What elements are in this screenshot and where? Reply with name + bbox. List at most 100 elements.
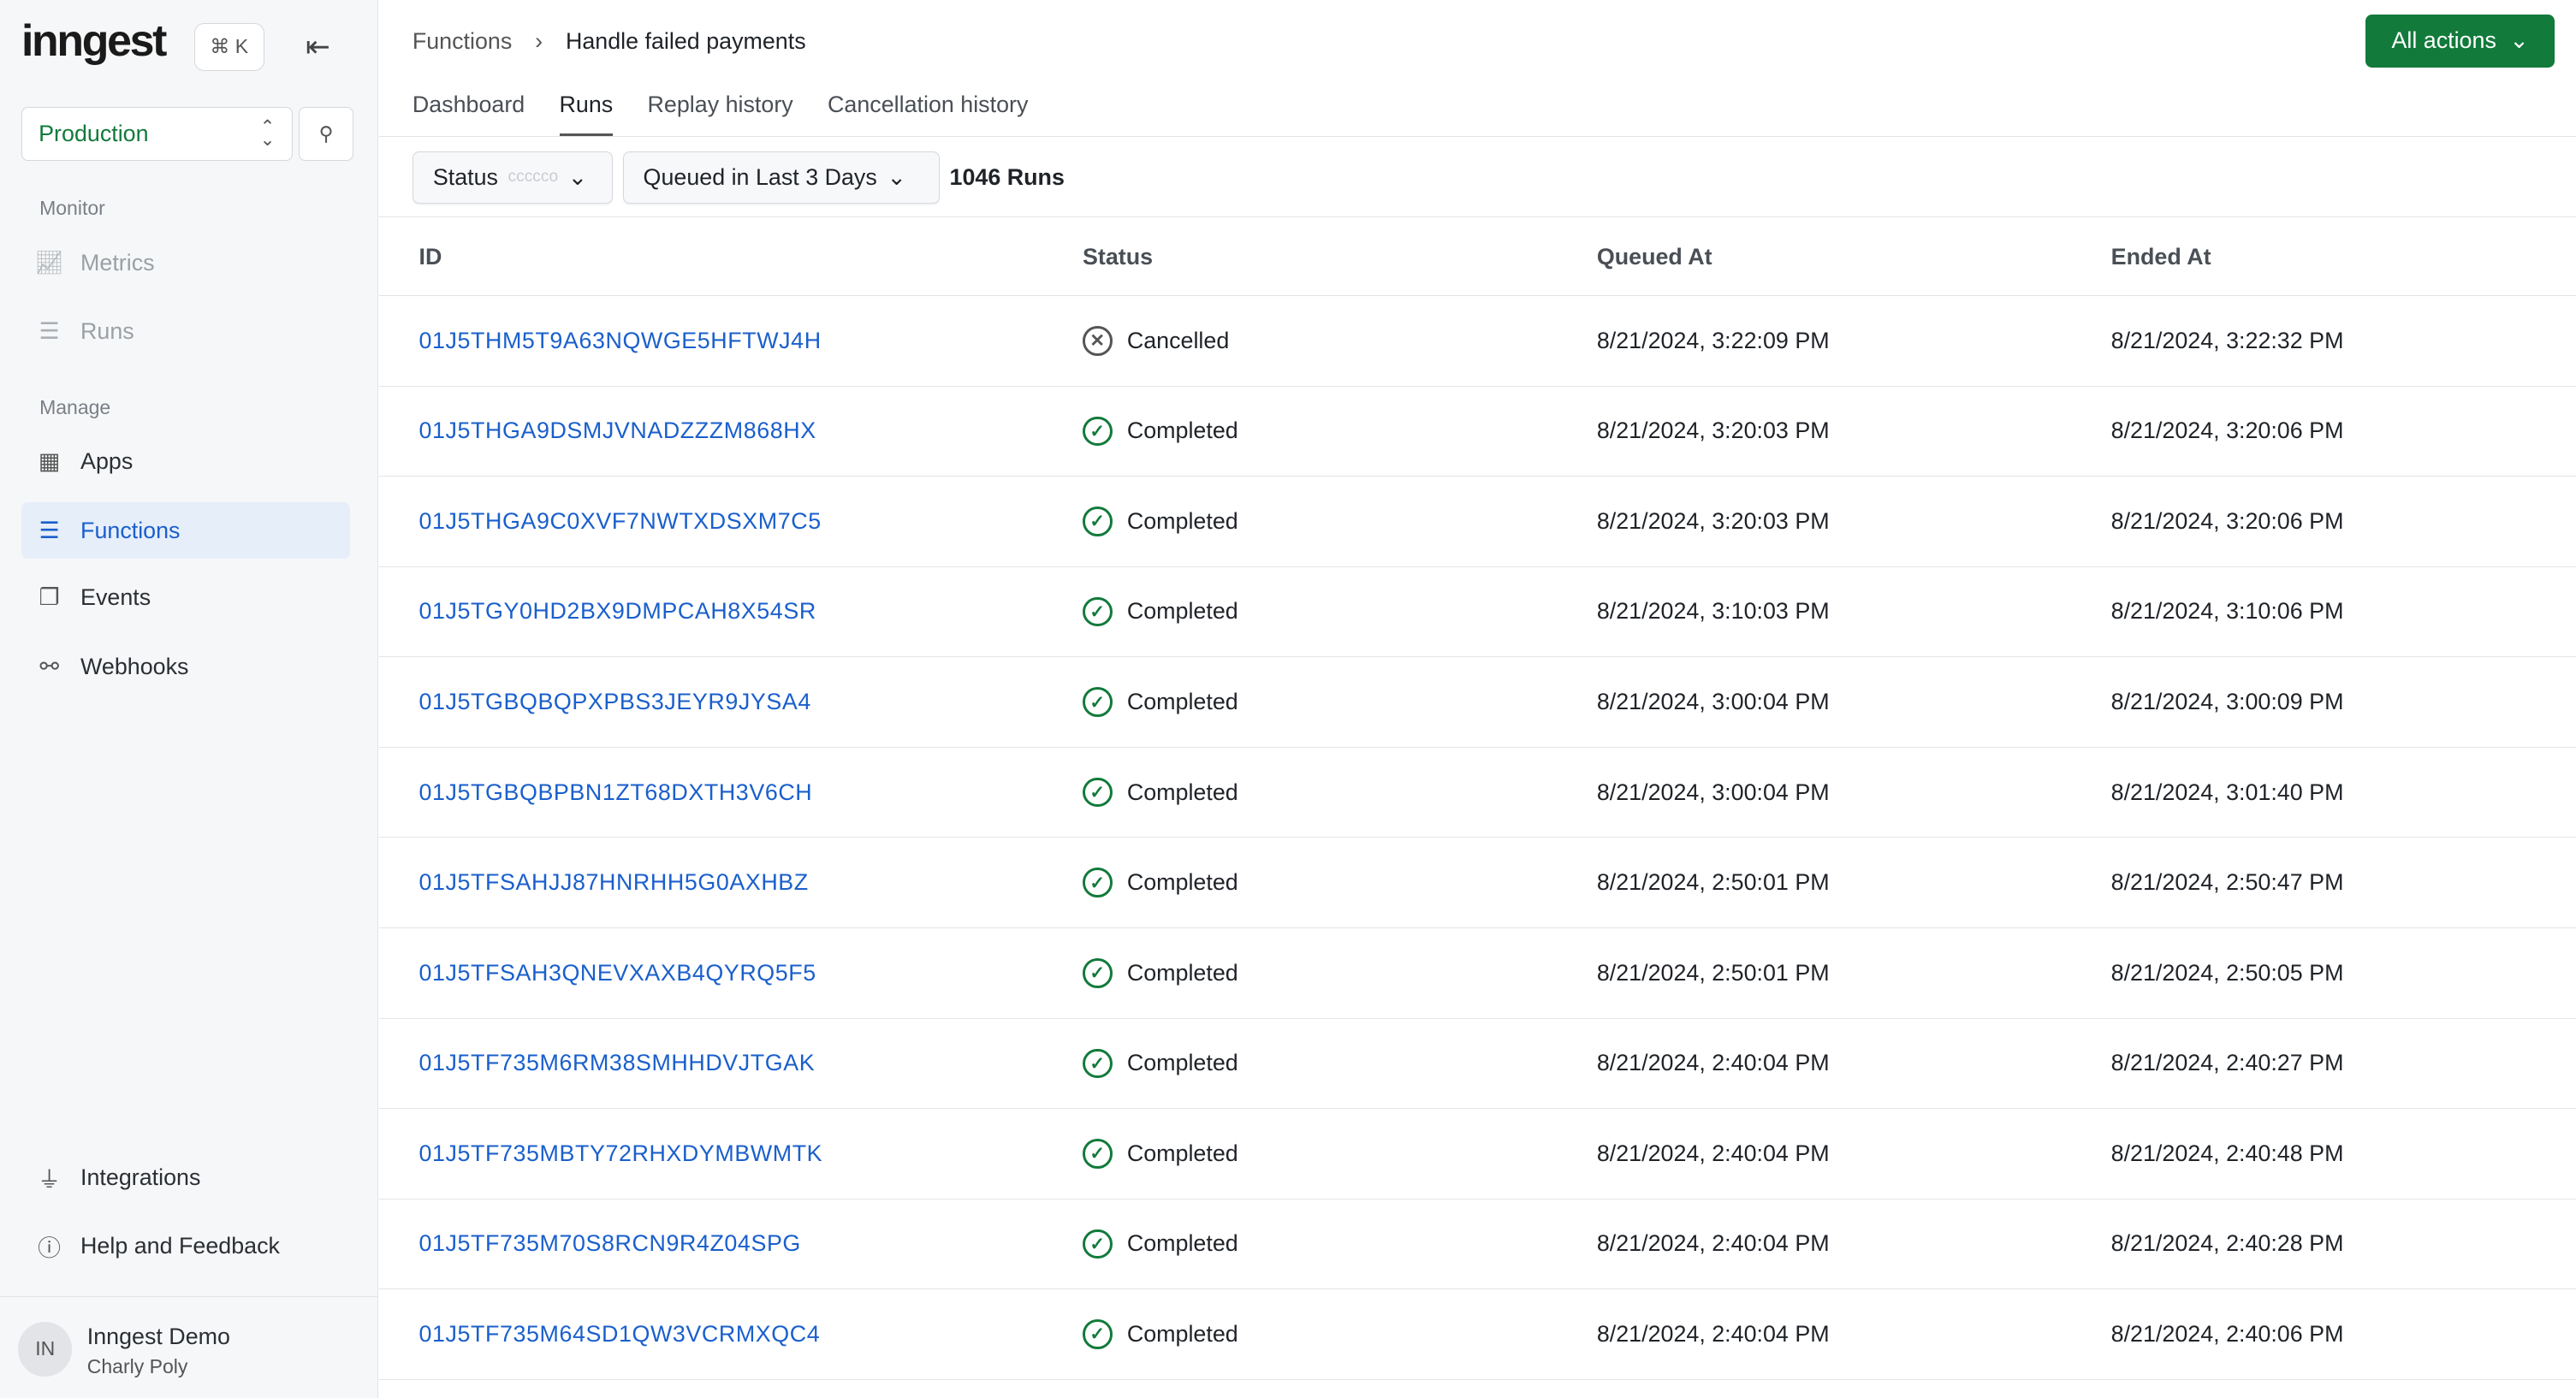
status-filter[interactable]: Status ccccco ⌄ xyxy=(412,151,613,204)
sidebar-item-webhooks[interactable]: ⚯ Webhooks xyxy=(21,639,350,695)
user-name[interactable]: Inngest Demo xyxy=(87,1324,230,1350)
settings-sliders-icon: ⚲ xyxy=(318,121,334,145)
run-id-link[interactable]: 01J5THM5T9A63NQWGE5HFTWJ4H xyxy=(418,328,821,353)
environment-settings-button[interactable]: ⚲ xyxy=(299,106,353,162)
completed-icon: ✓ xyxy=(1083,1229,1113,1259)
run-id-link[interactable]: 01J5TF735M64SD1QW3VCRMXQC4 xyxy=(418,1321,820,1347)
table-row[interactable]: 01J5THGA9DSMJVNADZZZM868HX ✓ Completed 8/… xyxy=(379,386,2576,477)
events-icon: ❐ xyxy=(39,584,60,611)
run-id-link[interactable]: 01J5THGA9C0XVF7NWTXDSXM7C5 xyxy=(418,508,821,534)
table-row[interactable]: 01J5TFSAHJJ87HNRHH5G0AXHBZ ✓ Completed 8/… xyxy=(379,837,2576,928)
status-badge: ✓ Completed xyxy=(1083,1139,1597,1169)
queued-at: 8/21/2024, 2:40:04 PM xyxy=(1596,1018,2111,1110)
chevron-up-down-icon: ⌃ ⌄ xyxy=(259,117,276,151)
sidebar-item-functions[interactable]: ☰ Functions xyxy=(21,502,350,559)
environment-label: Production xyxy=(39,120,149,146)
queued-at: 8/21/2024, 2:40:04 PM xyxy=(1596,1288,2111,1380)
inngest-logo[interactable]: inngest xyxy=(21,15,167,66)
breadcrumb-functions[interactable]: Functions xyxy=(413,28,512,55)
status-badge: ✓ Completed xyxy=(1083,868,1597,897)
all-actions-label: All actions xyxy=(2391,27,2496,54)
status-text: Completed xyxy=(1126,869,1238,896)
status-text: Completed xyxy=(1126,689,1238,715)
time-filter[interactable]: Queued in Last 3 Days ⌄ xyxy=(622,151,940,204)
header-id[interactable]: ID xyxy=(379,218,1083,297)
status-text: Completed xyxy=(1126,507,1238,534)
list-icon: ☰ xyxy=(39,318,60,345)
table-row[interactable]: 01J5TF735M70S8RCN9R4Z04SPG ✓ Completed 8/… xyxy=(379,1199,2576,1290)
completed-icon: ✓ xyxy=(1083,506,1113,536)
queued-at: 8/21/2024, 3:22:09 PM xyxy=(1596,295,2111,387)
sidebar-item-label: Help and Feedback xyxy=(80,1233,280,1259)
table-row[interactable]: 01J5THGA9C0XVF7NWTXDSXM7C5 ✓ Completed 8/… xyxy=(379,476,2576,567)
run-id-link[interactable]: 01J5THGA9DSMJVNADZZZM868HX xyxy=(418,418,816,443)
app: inngest ⌘ K ⇤ Production ⌃ ⌄ ⚲ Monitor 📈︎… xyxy=(0,0,2576,1398)
section-monitor: Monitor xyxy=(39,197,105,220)
table-row[interactable]: 01J5TGY0HD2BX9DMPCAH8X54SR ✓ Completed 8/… xyxy=(379,566,2576,658)
ended-at: 8/21/2024, 3:00:09 PM xyxy=(2110,656,2576,748)
tab-dashboard[interactable]: Dashboard xyxy=(413,92,525,135)
table-row[interactable]: 01J5TGBQBPBN1ZT68DXTH3V6CH ✓ Completed 8/… xyxy=(379,747,2576,838)
table-row[interactable]: 01J5THM5T9A63NQWGE5HFTWJ4H ✕ Cancelled 8/… xyxy=(379,295,2576,387)
run-id-link[interactable]: 01J5TGBQBPBN1ZT68DXTH3V6CH xyxy=(418,779,812,805)
run-id-link[interactable]: 01J5TF735M70S8RCN9R4Z04SPG xyxy=(418,1230,800,1256)
run-id-link[interactable]: 01J5TFSAH3QNEVXAXB4QYRQ5F5 xyxy=(418,960,816,986)
table-row[interactable]: 01J5TF735MBTY72RHXDYMBWMTK ✓ Completed 8/… xyxy=(379,1108,2576,1200)
command-palette-button[interactable]: ⌘ K xyxy=(193,22,265,71)
completed-icon: ✓ xyxy=(1083,687,1113,717)
status-text: Completed xyxy=(1126,598,1238,625)
completed-icon: ✓ xyxy=(1083,596,1113,627)
status-badge: ✓ Completed xyxy=(1083,1048,1597,1079)
all-actions-button[interactable]: All actions ⌄ xyxy=(2365,15,2555,68)
header-ended-at[interactable]: Ended At xyxy=(2110,218,2576,297)
run-id-link[interactable]: 01J5TF735M6RM38SMHHDVJTGAK xyxy=(418,1050,815,1075)
ended-at: 8/21/2024, 3:22:32 PM xyxy=(2110,295,2576,387)
sidebar-item-metrics[interactable]: 📈︎ Metrics xyxy=(21,235,350,291)
run-id-link[interactable]: 01J5TGY0HD2BX9DMPCAH8X54SR xyxy=(418,598,816,624)
table-row[interactable]: 01J5TF735M64SD1QW3VCRMXQC4 ✓ Completed 8/… xyxy=(379,1288,2576,1380)
run-id-link[interactable]: 01J5TFSAHJJ87HNRHH5G0AXHBZ xyxy=(418,869,808,895)
collapse-sidebar-icon[interactable]: ⇤ xyxy=(306,30,330,64)
sidebar-item-label: Integrations xyxy=(80,1164,201,1190)
table-row[interactable]: 01J5TFSAH3QNEVXAXB4QYRQ5F5 ✓ Completed 8/… xyxy=(379,927,2576,1019)
breadcrumb-current: Handle failed payments xyxy=(565,27,806,54)
run-id-link[interactable]: 01J5TF735MBTY72RHXDYMBWMTK xyxy=(418,1140,822,1166)
status-text: Completed xyxy=(1126,779,1238,805)
sidebar-item-help[interactable]: ⓘ Help and Feedback xyxy=(21,1218,350,1274)
sidebar-item-apps[interactable]: ▦ Apps xyxy=(21,434,350,489)
status-text: Completed xyxy=(1126,418,1238,444)
header-queued-at[interactable]: Queued At xyxy=(1596,218,2111,297)
table-row[interactable]: 01J5TF735M6RM38SMHHDVJTGAK ✓ Completed 8/… xyxy=(379,1018,2576,1110)
webhook-icon: ⚯ xyxy=(39,653,59,679)
sidebar-item-events[interactable]: ❐ Events xyxy=(21,570,350,625)
status-badge: ✓ Completed xyxy=(1083,777,1597,808)
table-row[interactable]: 01J5TGBQBQPXPBS3JEYR9JYSA4 ✓ Completed 8/… xyxy=(379,656,2576,748)
sidebar-item-runs[interactable]: ☰ Runs xyxy=(21,304,350,359)
status-text: Completed xyxy=(1126,1230,1238,1257)
sidebar-item-label: Functions xyxy=(80,517,181,543)
environment-select[interactable]: Production ⌃ ⌄ xyxy=(21,106,293,162)
ended-at: 8/21/2024, 2:50:47 PM xyxy=(2110,837,2576,928)
sidebar-item-integrations[interactable]: ⏚ Integrations xyxy=(21,1150,350,1205)
header-status[interactable]: Status xyxy=(1083,218,1597,297)
chevron-down-icon: ⌄ xyxy=(887,163,906,190)
status-badge: ✓ Completed xyxy=(1083,1319,1597,1349)
status-badge: ✓ Completed xyxy=(1083,596,1597,627)
cancelled-icon: ✕ xyxy=(1083,326,1113,356)
tab-runs[interactable]: Runs xyxy=(559,92,614,136)
tab-cancellation-history[interactable]: Cancellation history xyxy=(828,92,1028,135)
status-filter-placeholder: ccccco xyxy=(507,168,559,187)
tabs: Dashboard Runs Replay history Cancellati… xyxy=(413,92,1028,136)
completed-icon: ✓ xyxy=(1083,1048,1113,1079)
help-icon: ⓘ xyxy=(38,1235,61,1262)
status-text: Completed xyxy=(1126,959,1238,986)
tab-replay-history[interactable]: Replay history xyxy=(648,92,793,135)
queued-at: 8/21/2024, 3:00:04 PM xyxy=(1596,656,2111,748)
run-id-link[interactable]: 01J5TGBQBQPXPBS3JEYR9JYSA4 xyxy=(418,689,810,714)
ended-at: 8/21/2024, 2:40:48 PM xyxy=(2110,1108,2576,1200)
sidebar-item-label: Webhooks xyxy=(80,653,189,679)
status-filter-label: Status xyxy=(432,163,498,190)
avatar[interactable]: IN xyxy=(18,1322,73,1377)
time-filter-label: Queued in Last 3 Days xyxy=(643,163,877,190)
sidebar-item-label: Metrics xyxy=(80,249,155,275)
